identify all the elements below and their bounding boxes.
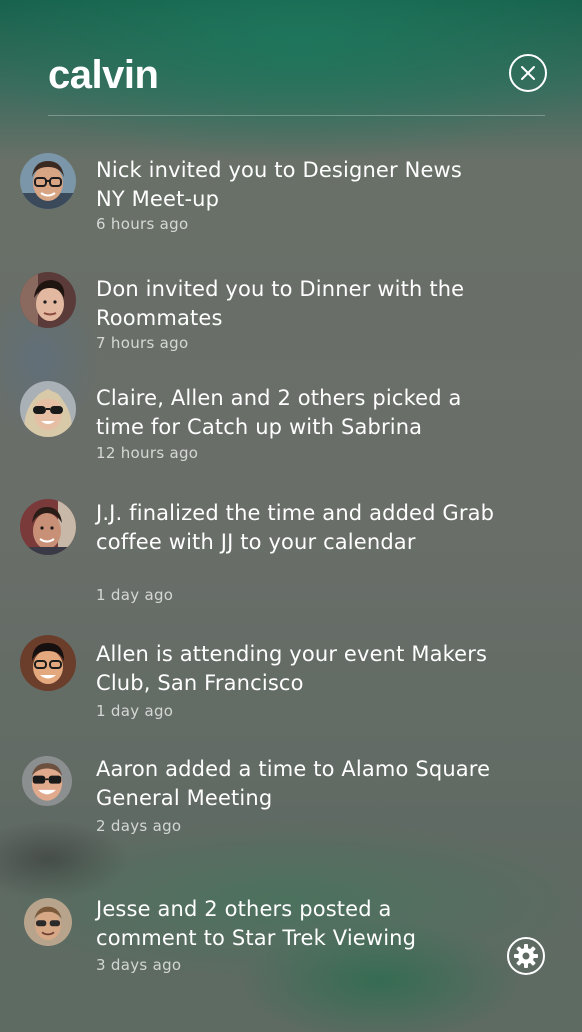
notification-time: 6 hours ago [96,215,189,233]
notification-text: Aaron added a time to Alamo Square Gener… [96,757,491,810]
notification-text: Allen is attending your event Makers Clu… [96,642,488,695]
notification-text: Don invited you to Dinner with the Roomm… [96,277,465,330]
notification-text: Jesse and 2 others posted a comment to S… [96,897,417,950]
close-button[interactable] [509,54,547,92]
notification-time: 2 days ago [96,817,182,835]
notification-time: 1 day ago [96,586,174,604]
avatar-don [20,272,76,328]
avatar-jesse [24,898,72,946]
header-divider [48,115,545,116]
avatar-claire [20,381,76,437]
notification-time: 3 days ago [96,956,182,974]
notification-text: J.J. finalized the time and added Grab c… [96,501,495,554]
avatar-aaron [22,756,72,806]
header: calvin [0,0,582,116]
avatar-allen [20,635,76,691]
notification-time: 7 hours ago [96,334,189,352]
gear-icon [507,937,545,975]
notification-time: 12 hours ago [96,444,199,462]
settings-button[interactable] [506,936,546,976]
notifications-screen: calvin Nick invited you to Designer News… [0,0,582,1032]
notification-text: Claire, Allen and 2 others picked a time… [96,386,462,439]
avatar-nick [20,153,76,209]
avatar-jj [20,499,76,555]
app-logo: calvin [48,53,159,97]
close-icon [521,66,535,80]
notification-text: Nick invited you to Designer News NY Mee… [96,158,462,211]
notification-time: 1 day ago [96,702,174,720]
